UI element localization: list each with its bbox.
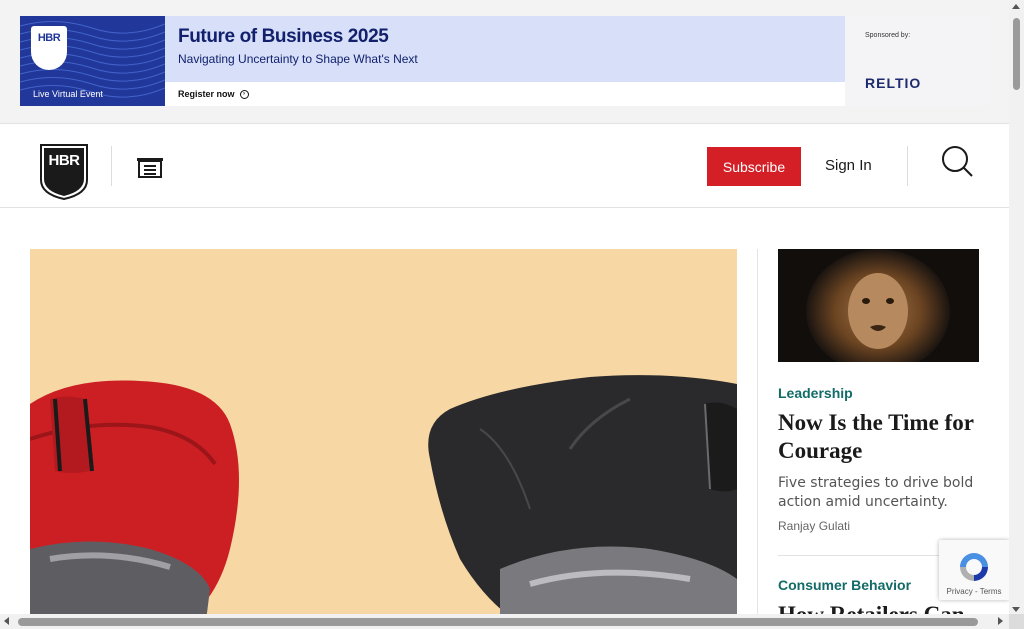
search-icon[interactable] — [940, 144, 974, 183]
hbr-logo-text: HBR — [48, 152, 81, 169]
ad-subtitle: Navigating Uncertainty to Shape What's N… — [178, 52, 418, 66]
arrow-right-circle-icon: › — [239, 89, 249, 99]
ad-content: Future of Business 2025 Navigating Uncer… — [165, 16, 845, 106]
article-title-link[interactable]: Now Is the Time for Courage — [778, 409, 979, 465]
ad-register-link[interactable]: Register now › — [165, 82, 845, 106]
sign-in-link[interactable]: Sign In — [825, 157, 872, 174]
hbr-logo[interactable]: HBR — [40, 144, 88, 205]
ad-sponsor-logo: RELTIO — [865, 75, 922, 91]
ad-hbr-badge: HBR — [31, 26, 67, 70]
ad-event-type: Live Virtual Event — [33, 89, 103, 99]
ad-container: HBR Live Virtual Event Future of Busines… — [0, 0, 1009, 123]
subscribe-button[interactable]: Subscribe — [707, 147, 801, 186]
column-divider — [757, 249, 758, 629]
recaptcha-badge[interactable]: Privacy - Terms — [939, 540, 1009, 600]
header-divider — [111, 146, 112, 186]
ad-badge-text: HBR — [37, 32, 61, 44]
ad-banner[interactable]: HBR Live Virtual Event Future of Busines… — [20, 16, 990, 106]
scrollbar-corner — [1009, 614, 1024, 629]
menu-icon[interactable] — [136, 157, 164, 179]
article-card: Leadership Now Is the Time for Courage F… — [778, 385, 979, 533]
scroll-left-arrow-icon[interactable] — [4, 617, 9, 625]
scroll-down-arrow-icon[interactable] — [1012, 607, 1020, 612]
boxing-gloves-image — [30, 375, 737, 629]
article-dek: Five strategies to drive bold action ami… — [778, 475, 974, 510]
ad-sponsor-panel: Sponsored by: RELTIO — [845, 16, 990, 106]
article-thumbnail[interactable] — [778, 249, 979, 362]
ad-cta-label: Register now — [178, 89, 235, 99]
recaptcha-icon — [960, 553, 988, 581]
recaptcha-terms[interactable]: Privacy - Terms — [939, 587, 1009, 596]
scroll-up-arrow-icon[interactable] — [1012, 4, 1020, 9]
article-author[interactable]: Ranjay Gulati — [778, 519, 979, 533]
vertical-scroll-thumb[interactable] — [1013, 18, 1020, 90]
ad-brand-panel: HBR Live Virtual Event — [20, 16, 165, 106]
vertical-scrollbar[interactable] — [1009, 0, 1024, 614]
scroll-right-arrow-icon[interactable] — [998, 617, 1003, 625]
horizontal-scroll-thumb[interactable] — [18, 618, 978, 626]
hero-image[interactable] — [30, 249, 737, 629]
header-divider — [907, 146, 908, 186]
article-category-link[interactable]: Leadership — [778, 385, 979, 401]
ad-headline-panel: Future of Business 2025 Navigating Uncer… — [165, 16, 845, 82]
horizontal-scrollbar[interactable] — [0, 614, 1009, 629]
lion-image — [778, 249, 979, 362]
ad-title: Future of Business 2025 — [178, 26, 389, 47]
site-header: HBR Subscribe Sign In — [0, 123, 1009, 208]
ad-sponsor-label: Sponsored by: — [865, 32, 911, 39]
